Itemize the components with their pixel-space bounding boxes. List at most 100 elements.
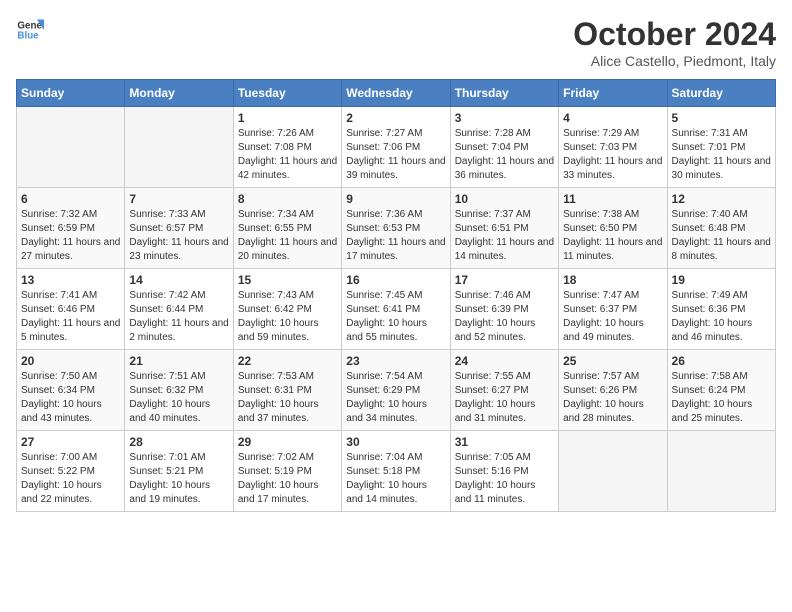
day-info: Sunrise: 7:32 AM Sunset: 6:59 PM Dayligh… <box>21 208 120 264</box>
calendar-cell: 31 Sunrise: 7:05 AM Sunset: 5:16 PM Dayli… <box>450 431 558 512</box>
day-info: Sunrise: 7:53 AM Sunset: 6:31 PM Dayligh… <box>238 370 337 426</box>
week-row-1: 1Sunrise: 7:26 AM Sunset: 7:08 PM Daylig… <box>17 107 776 188</box>
week-row-2: 6 Sunrise: 7:32 AM Sunset: 6:59 PM Daylig… <box>17 188 776 269</box>
calendar-cell: 26Sunrise: 7:58 AM Sunset: 6:24 PM Dayli… <box>667 350 775 431</box>
svg-text:Blue: Blue <box>17 30 39 41</box>
header-day-friday: Friday <box>559 80 667 107</box>
day-info: Sunrise: 7:05 AM Sunset: 5:16 PM Dayligh… <box>455 451 554 507</box>
calendar-cell: 4 Sunrise: 7:29 AM Sunset: 7:03 PM Daylig… <box>559 107 667 188</box>
logo: General Blue <box>16 16 44 44</box>
calendar-cell <box>17 107 125 188</box>
calendar-cell: 6 Sunrise: 7:32 AM Sunset: 6:59 PM Daylig… <box>17 188 125 269</box>
calendar-cell: 22 Sunrise: 7:53 AM Sunset: 6:31 PM Dayli… <box>233 350 341 431</box>
day-number: 3 <box>455 111 554 125</box>
week-row-4: 20 Sunrise: 7:50 AM Sunset: 6:34 PM Dayli… <box>17 350 776 431</box>
day-number: 1 <box>238 111 337 125</box>
calendar-cell: 25Sunrise: 7:57 AM Sunset: 6:26 PM Dayli… <box>559 350 667 431</box>
day-info: Sunrise: 7:50 AM Sunset: 6:34 PM Dayligh… <box>21 370 120 426</box>
calendar-cell: 27 Sunrise: 7:00 AM Sunset: 5:22 PM Dayli… <box>17 431 125 512</box>
calendar-cell: 13 Sunrise: 7:41 AM Sunset: 6:46 PM Dayli… <box>17 269 125 350</box>
calendar-cell: 17 Sunrise: 7:46 AM Sunset: 6:39 PM Dayli… <box>450 269 558 350</box>
day-number: 31 <box>455 435 554 449</box>
day-info: Sunrise: 7:40 AM Sunset: 6:48 PM Dayligh… <box>672 208 771 264</box>
day-number: 18 <box>563 273 662 287</box>
day-info: Sunrise: 7:29 AM Sunset: 7:03 PM Dayligh… <box>563 127 662 183</box>
day-info: Sunrise: 7:46 AM Sunset: 6:39 PM Dayligh… <box>455 289 554 345</box>
calendar-cell: 1Sunrise: 7:26 AM Sunset: 7:08 PM Daylig… <box>233 107 341 188</box>
calendar-cell: 20 Sunrise: 7:50 AM Sunset: 6:34 PM Dayli… <box>17 350 125 431</box>
week-row-3: 13 Sunrise: 7:41 AM Sunset: 6:46 PM Dayli… <box>17 269 776 350</box>
calendar-cell: 11Sunrise: 7:38 AM Sunset: 6:50 PM Dayli… <box>559 188 667 269</box>
day-info: Sunrise: 7:43 AM Sunset: 6:42 PM Dayligh… <box>238 289 337 345</box>
day-info: Sunrise: 7:49 AM Sunset: 6:36 PM Dayligh… <box>672 289 771 345</box>
day-number: 24 <box>455 354 554 368</box>
day-info: Sunrise: 7:45 AM Sunset: 6:41 PM Dayligh… <box>346 289 445 345</box>
day-number: 26 <box>672 354 771 368</box>
calendar-cell: 10 Sunrise: 7:37 AM Sunset: 6:51 PM Dayli… <box>450 188 558 269</box>
day-info: Sunrise: 7:31 AM Sunset: 7:01 PM Dayligh… <box>672 127 771 183</box>
header-day-tuesday: Tuesday <box>233 80 341 107</box>
day-info: Sunrise: 7:47 AM Sunset: 6:37 PM Dayligh… <box>563 289 662 345</box>
day-number: 25 <box>563 354 662 368</box>
day-number: 22 <box>238 354 337 368</box>
main-title: October 2024 <box>573 16 776 53</box>
day-info: Sunrise: 7:37 AM Sunset: 6:51 PM Dayligh… <box>455 208 554 264</box>
day-number: 7 <box>129 192 228 206</box>
day-info: Sunrise: 7:33 AM Sunset: 6:57 PM Dayligh… <box>129 208 228 264</box>
day-number: 9 <box>346 192 445 206</box>
day-number: 14 <box>129 273 228 287</box>
day-info: Sunrise: 7:41 AM Sunset: 6:46 PM Dayligh… <box>21 289 120 345</box>
calendar-cell: 3 Sunrise: 7:28 AM Sunset: 7:04 PM Daylig… <box>450 107 558 188</box>
header-day-thursday: Thursday <box>450 80 558 107</box>
day-info: Sunrise: 7:36 AM Sunset: 6:53 PM Dayligh… <box>346 208 445 264</box>
day-info: Sunrise: 7:51 AM Sunset: 6:32 PM Dayligh… <box>129 370 228 426</box>
day-number: 17 <box>455 273 554 287</box>
day-number: 20 <box>21 354 120 368</box>
day-number: 28 <box>129 435 228 449</box>
header-day-sunday: Sunday <box>17 80 125 107</box>
calendar-cell: 21Sunrise: 7:51 AM Sunset: 6:32 PM Dayli… <box>125 350 233 431</box>
calendar-cell: 30Sunrise: 7:04 AM Sunset: 5:18 PM Dayli… <box>342 431 450 512</box>
day-number: 16 <box>346 273 445 287</box>
day-number: 27 <box>21 435 120 449</box>
day-info: Sunrise: 7:54 AM Sunset: 6:29 PM Dayligh… <box>346 370 445 426</box>
day-info: Sunrise: 7:01 AM Sunset: 5:21 PM Dayligh… <box>129 451 228 507</box>
day-number: 10 <box>455 192 554 206</box>
day-number: 2 <box>346 111 445 125</box>
day-number: 12 <box>672 192 771 206</box>
calendar-cell: 16 Sunrise: 7:45 AM Sunset: 6:41 PM Dayli… <box>342 269 450 350</box>
day-number: 19 <box>672 273 771 287</box>
page-header: General Blue October 2024 Alice Castello… <box>16 16 776 69</box>
day-info: Sunrise: 7:02 AM Sunset: 5:19 PM Dayligh… <box>238 451 337 507</box>
calendar-cell: 8Sunrise: 7:34 AM Sunset: 6:55 PM Daylig… <box>233 188 341 269</box>
header-day-saturday: Saturday <box>667 80 775 107</box>
title-area: October 2024 Alice Castello, Piedmont, I… <box>573 16 776 69</box>
calendar-cell: 19 Sunrise: 7:49 AM Sunset: 6:36 PM Dayli… <box>667 269 775 350</box>
calendar-cell: 2 Sunrise: 7:27 AM Sunset: 7:06 PM Daylig… <box>342 107 450 188</box>
day-number: 29 <box>238 435 337 449</box>
header-day-monday: Monday <box>125 80 233 107</box>
day-info: Sunrise: 7:28 AM Sunset: 7:04 PM Dayligh… <box>455 127 554 183</box>
calendar-cell: 18 Sunrise: 7:47 AM Sunset: 6:37 PM Dayli… <box>559 269 667 350</box>
day-number: 30 <box>346 435 445 449</box>
day-number: 5 <box>672 111 771 125</box>
day-number: 15 <box>238 273 337 287</box>
calendar-cell <box>125 107 233 188</box>
calendar-table: SundayMondayTuesdayWednesdayThursdayFrid… <box>16 79 776 512</box>
day-info: Sunrise: 7:42 AM Sunset: 6:44 PM Dayligh… <box>129 289 228 345</box>
day-number: 6 <box>21 192 120 206</box>
calendar-cell: 7 Sunrise: 7:33 AM Sunset: 6:57 PM Daylig… <box>125 188 233 269</box>
calendar-cell: 15 Sunrise: 7:43 AM Sunset: 6:42 PM Dayli… <box>233 269 341 350</box>
calendar-cell <box>559 431 667 512</box>
day-number: 4 <box>563 111 662 125</box>
calendar-cell: 28 Sunrise: 7:01 AM Sunset: 5:21 PM Dayli… <box>125 431 233 512</box>
calendar-cell: 5 Sunrise: 7:31 AM Sunset: 7:01 PM Daylig… <box>667 107 775 188</box>
day-info: Sunrise: 7:27 AM Sunset: 7:06 PM Dayligh… <box>346 127 445 183</box>
day-number: 11 <box>563 192 662 206</box>
day-info: Sunrise: 7:00 AM Sunset: 5:22 PM Dayligh… <box>21 451 120 507</box>
calendar-cell: 12 Sunrise: 7:40 AM Sunset: 6:48 PM Dayli… <box>667 188 775 269</box>
day-number: 13 <box>21 273 120 287</box>
calendar-cell: 23Sunrise: 7:54 AM Sunset: 6:29 PM Dayli… <box>342 350 450 431</box>
week-row-5: 27 Sunrise: 7:00 AM Sunset: 5:22 PM Dayli… <box>17 431 776 512</box>
header-row: SundayMondayTuesdayWednesdayThursdayFrid… <box>17 80 776 107</box>
